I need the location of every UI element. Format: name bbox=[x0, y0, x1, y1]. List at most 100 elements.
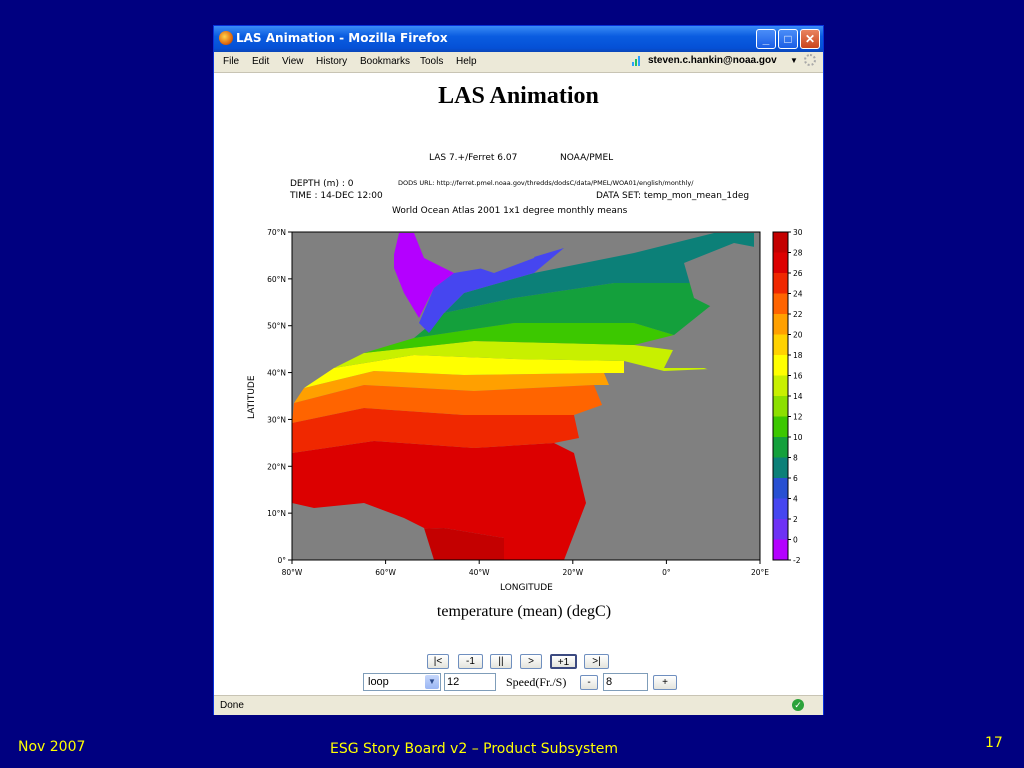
colorbar-swatch bbox=[773, 334, 788, 355]
menu-bar: File Edit View History Bookmarks Tools H… bbox=[214, 52, 823, 73]
y-tick-label: 30°N bbox=[267, 415, 286, 424]
y-tick-label: 20°N bbox=[267, 462, 286, 471]
colorbar-swatch bbox=[773, 478, 788, 499]
x-tick-label: 60°W bbox=[375, 568, 396, 577]
colorbar-swatch bbox=[773, 252, 788, 273]
colorbar-swatch bbox=[773, 355, 788, 376]
user-account[interactable]: steven.c.hankin@noaa.gov bbox=[648, 55, 777, 66]
slide-date: Nov 2007 bbox=[18, 739, 86, 755]
x-tick-label: 80°W bbox=[282, 568, 303, 577]
variable-title: temperature (mean) (degC) bbox=[436, 603, 612, 620]
colorbar-swatch bbox=[773, 457, 788, 478]
close-button[interactable]: ✕ bbox=[800, 29, 820, 49]
speed-decrease-button[interactable]: - bbox=[580, 675, 598, 690]
colorbar-tick-label: 20 bbox=[793, 331, 803, 340]
y-tick-label: 10°N bbox=[267, 509, 286, 518]
frames-input[interactable]: 12 bbox=[444, 673, 496, 691]
first-frame-button[interactable]: |< bbox=[427, 654, 449, 669]
title-bar[interactable]: LAS Animation - Mozilla Firefox _ □ ✕ bbox=[214, 26, 823, 52]
y-tick-label: 0° bbox=[277, 556, 286, 565]
plot-dods-url: DODS URL: http://ferret.pmel.noaa.gov/th… bbox=[398, 179, 694, 187]
colorbar-swatch bbox=[773, 437, 788, 458]
colorbar-tick-label: 26 bbox=[793, 269, 803, 278]
play-button[interactable]: > bbox=[520, 654, 542, 669]
colorbar-tick-label: 0 bbox=[793, 536, 798, 545]
browser-window: LAS Animation - Mozilla Firefox _ □ ✕ Fi… bbox=[213, 25, 824, 715]
temperature-map bbox=[291, 231, 761, 561]
x-axis: 80°W 60°W 40°W 20°W 0° 20°E bbox=[282, 560, 769, 577]
plot-header-org: NOAA/PMEL bbox=[560, 153, 613, 163]
loop-select[interactable]: loop ▼ bbox=[363, 673, 441, 691]
speed-increase-button[interactable]: + bbox=[653, 675, 677, 690]
x-tick-label: 0° bbox=[662, 568, 671, 577]
colorbar-tick-label: -2 bbox=[793, 556, 801, 565]
colorbar-tick-label: 28 bbox=[793, 249, 803, 258]
colorbar-tick-label: 4 bbox=[793, 495, 798, 504]
colorbar-swatch bbox=[773, 416, 788, 437]
colorbar-swatch bbox=[773, 498, 788, 519]
maximize-button[interactable]: □ bbox=[778, 29, 798, 49]
y-axis-label: LATITUDE bbox=[247, 375, 257, 419]
colorbar-swatch bbox=[773, 273, 788, 294]
page-content: LAS Animation LAS 7.+/Ferret 6.07 NOAA/P… bbox=[214, 73, 823, 694]
colorbar-swatch bbox=[773, 314, 788, 335]
menu-history[interactable]: History bbox=[316, 56, 347, 67]
x-tick-label: 20°W bbox=[562, 568, 583, 577]
slide-page-number: 17 bbox=[985, 735, 1003, 751]
colorbar-swatch bbox=[773, 375, 788, 396]
y-tick-label: 70°N bbox=[267, 228, 286, 237]
menu-tools[interactable]: Tools bbox=[420, 56, 443, 67]
plot-image: LAS 7.+/Ferret 6.07 NOAA/PMEL DEPTH (m) … bbox=[247, 153, 803, 593]
slide-footer-title: ESG Story Board v2 – Product Subsystem bbox=[330, 741, 619, 757]
x-tick-label: 40°W bbox=[469, 568, 490, 577]
colorbar-tick-label: 16 bbox=[793, 372, 803, 381]
y-tick-label: 50°N bbox=[267, 322, 286, 331]
speed-label: Speed(Fr./S) bbox=[506, 675, 567, 689]
x-tick-label: 20°E bbox=[751, 568, 769, 577]
y-tick-label: 60°N bbox=[267, 275, 286, 284]
colorbar-swatch bbox=[773, 396, 788, 417]
colorbar-tick-label: 8 bbox=[793, 454, 798, 463]
colorbar-tick-label: 22 bbox=[793, 310, 803, 319]
colorbar-swatch bbox=[773, 232, 788, 253]
colorbar-swatch bbox=[773, 293, 788, 314]
colorbar-tick-label: 10 bbox=[793, 433, 803, 442]
chevron-down-icon[interactable]: ▼ bbox=[425, 675, 439, 689]
colorbar-tick-label: 30 bbox=[793, 228, 803, 237]
minimize-button[interactable]: _ bbox=[756, 29, 776, 49]
colorbar-tick-label: 6 bbox=[793, 474, 798, 483]
chevron-down-icon[interactable]: ▼ bbox=[790, 56, 798, 65]
colorbar-swatch bbox=[773, 519, 788, 540]
plot-dataset: DATA SET: temp_mon_mean_1deg bbox=[596, 191, 749, 201]
menu-edit[interactable]: Edit bbox=[252, 56, 269, 67]
speed-input[interactable]: 8 bbox=[603, 673, 648, 691]
colorbar-tick-label: 24 bbox=[793, 290, 803, 299]
menu-bookmarks[interactable]: Bookmarks bbox=[360, 56, 410, 67]
next-frame-button[interactable]: +1 bbox=[550, 654, 577, 669]
last-frame-button[interactable]: >| bbox=[584, 654, 609, 669]
colorbar-tick-label: 2 bbox=[793, 515, 798, 524]
plot-header-line: LAS 7.+/Ferret 6.07 bbox=[429, 153, 517, 163]
x-axis-label: LONGITUDE bbox=[500, 583, 553, 593]
menu-file[interactable]: File bbox=[223, 56, 239, 67]
firefox-icon bbox=[219, 31, 233, 45]
y-tick-label: 40°N bbox=[267, 369, 286, 378]
throbber-icon bbox=[804, 54, 816, 66]
menu-help[interactable]: Help bbox=[456, 56, 477, 67]
colorbar: 302826242220181614121086420-2 bbox=[772, 228, 803, 565]
colorbar-tick-label: 14 bbox=[793, 392, 803, 401]
pause-button[interactable]: || bbox=[490, 654, 512, 669]
plot-time: TIME : 14-DEC 12:00 bbox=[289, 191, 383, 201]
page-title: LAS Animation bbox=[438, 83, 599, 109]
colorbar-tick-label: 18 bbox=[793, 351, 803, 360]
security-check-icon: ✓ bbox=[792, 699, 804, 711]
plot-subtitle: World Ocean Atlas 2001 1x1 degree monthl… bbox=[392, 206, 628, 216]
colorbar-tick-label: 12 bbox=[793, 413, 803, 422]
prev-frame-button[interactable]: -1 bbox=[458, 654, 483, 669]
y-axis: 70°N 60°N 50°N 40°N 30°N 20°N 10°N 0° bbox=[267, 228, 292, 565]
window-title: LAS Animation - Mozilla Firefox bbox=[236, 31, 448, 45]
loop-select-value: loop bbox=[368, 676, 389, 688]
signal-icon bbox=[632, 56, 640, 66]
plot-depth: DEPTH (m) : 0 bbox=[290, 179, 354, 189]
menu-view[interactable]: View bbox=[282, 56, 304, 67]
